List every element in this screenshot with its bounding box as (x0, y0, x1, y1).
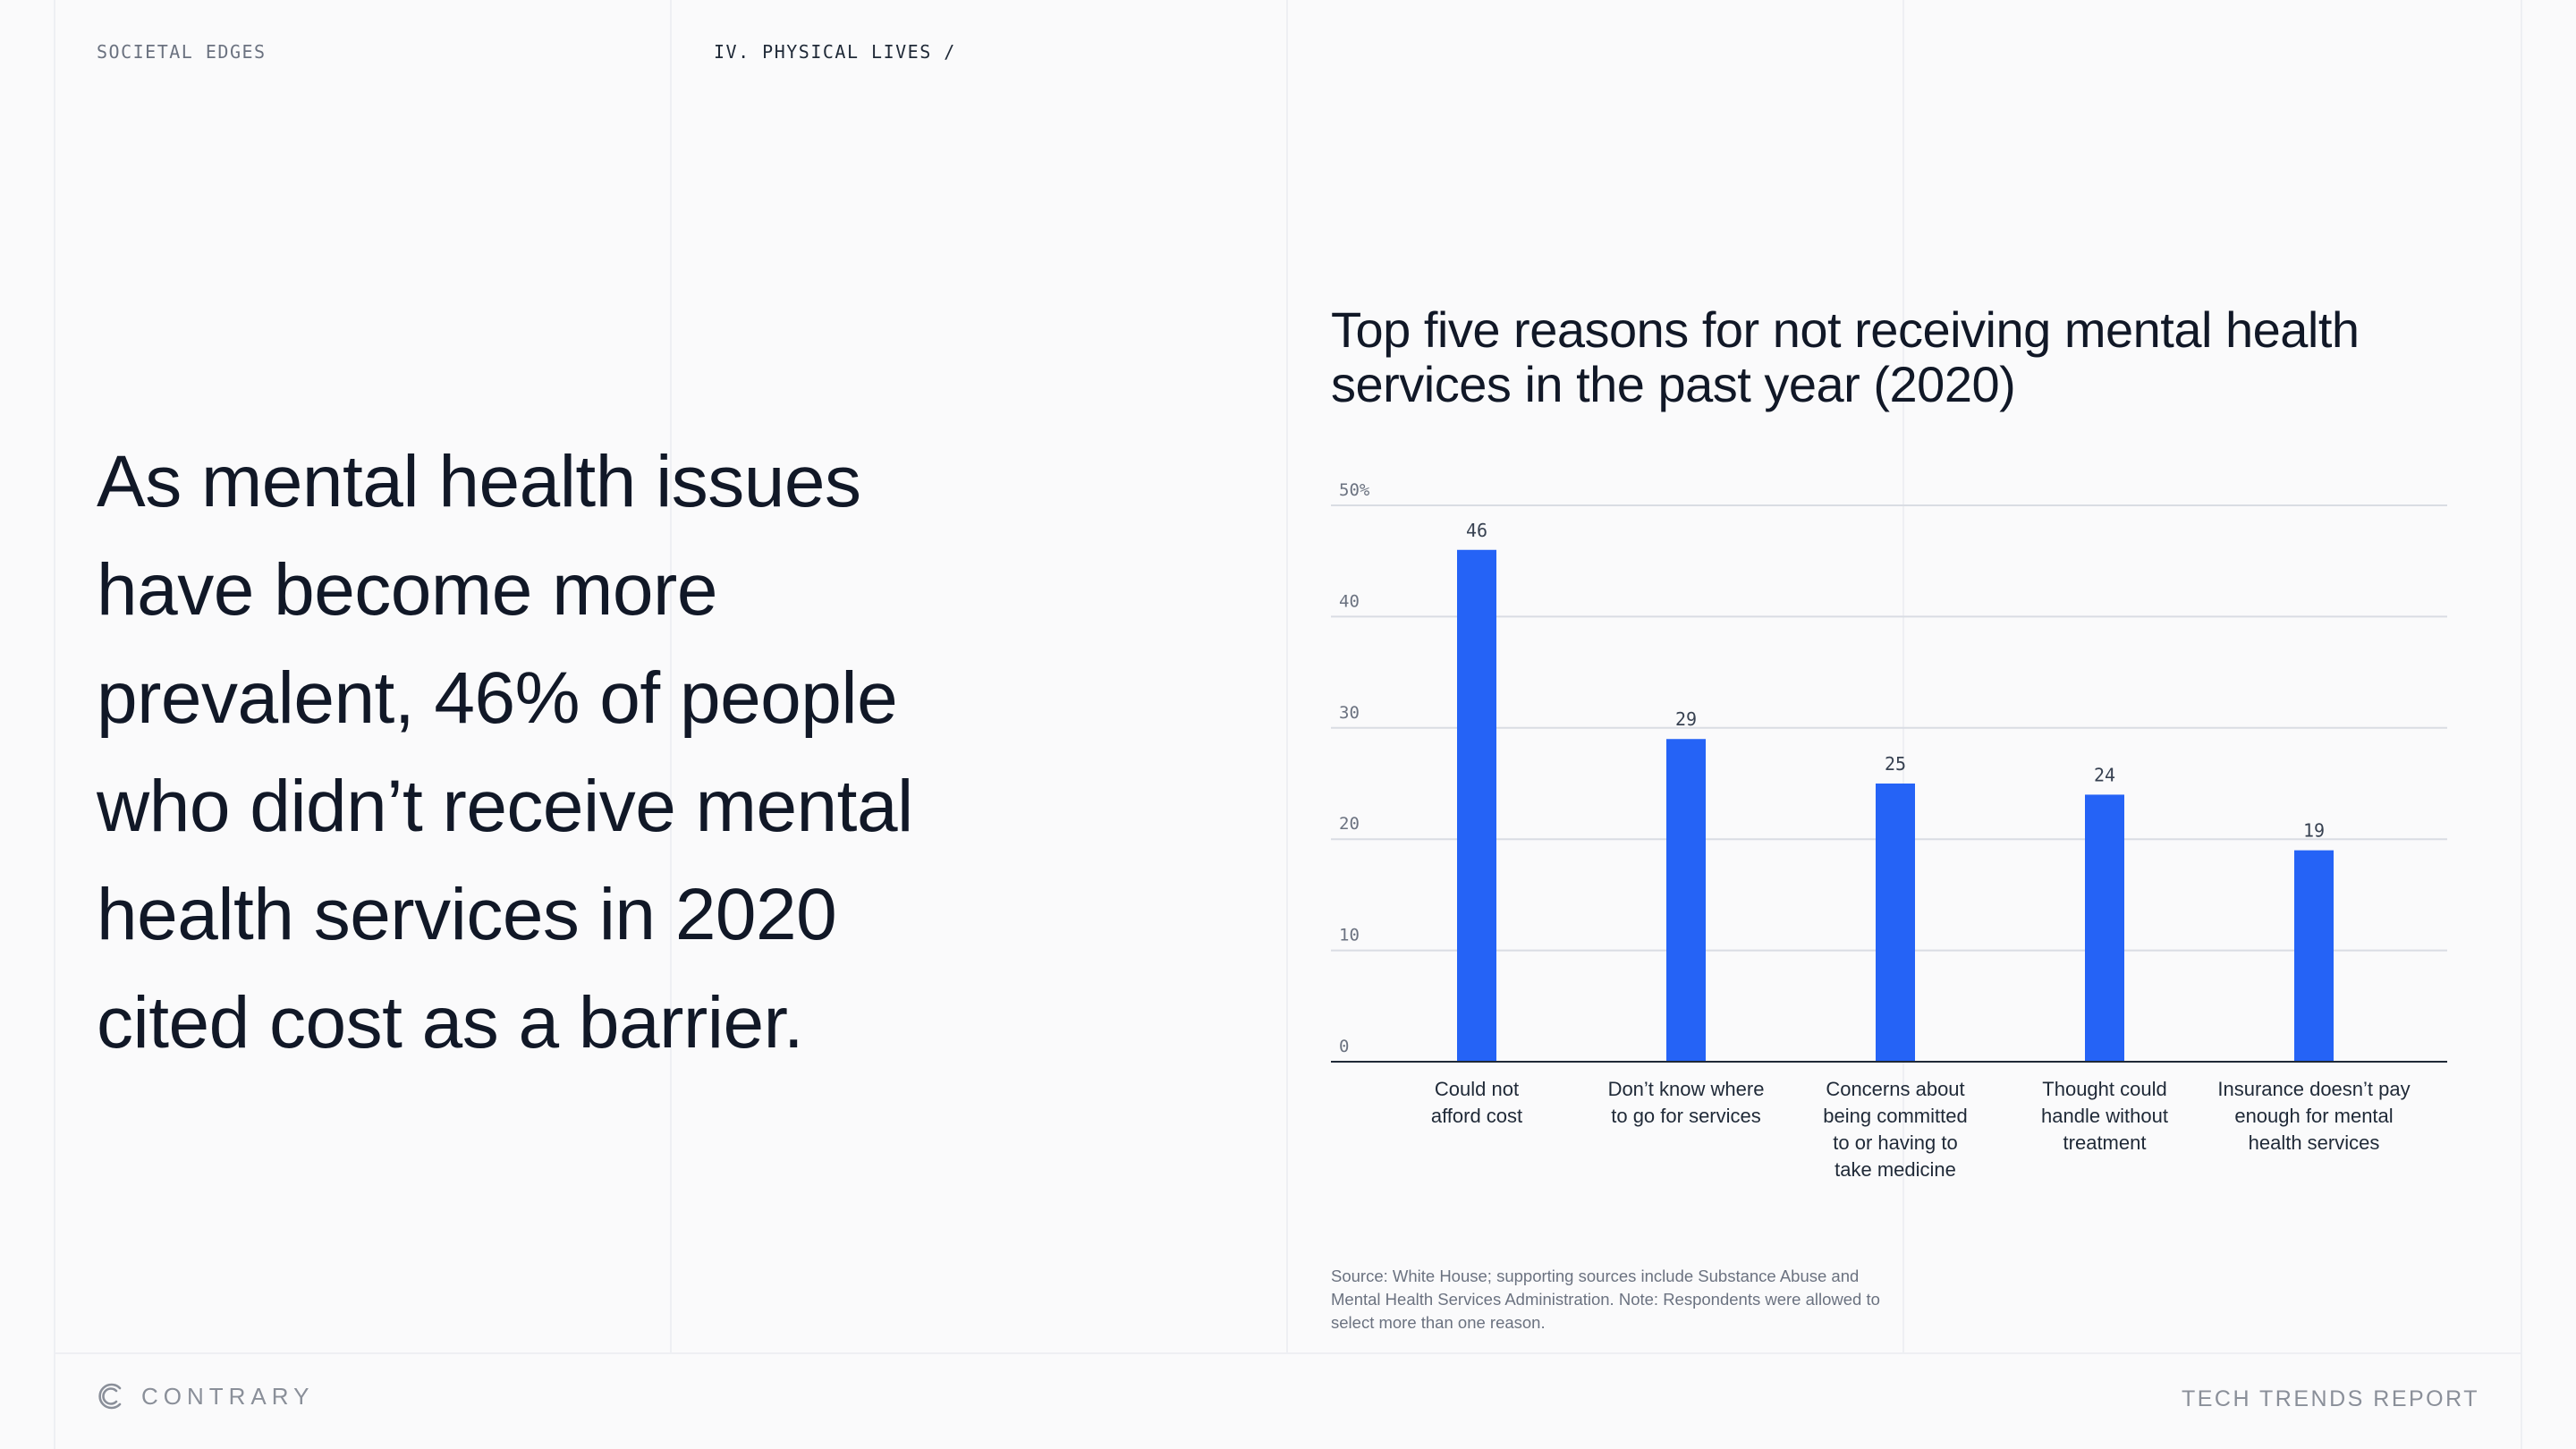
x-category-label-line: to or having to (1833, 1131, 1957, 1154)
x-category-label-line: to go for services (1611, 1105, 1761, 1127)
bar-value-label: 29 (1675, 708, 1697, 730)
x-category-label-line: Concerns about (1826, 1078, 1964, 1100)
chart-bars (1457, 549, 2334, 1062)
x-category-label-line: enough for mental (2234, 1105, 2393, 1127)
bar (2085, 794, 2124, 1062)
x-category-label-line: Insurance doesn’t pay (2217, 1078, 2410, 1100)
contrary-logo-icon (98, 1383, 122, 1410)
x-category-label-line: being committed (1823, 1105, 1967, 1127)
x-category-label-line: afford cost (1431, 1105, 1522, 1127)
bar (1876, 784, 1915, 1062)
y-tick-label: 50% (1339, 480, 1370, 500)
x-category-label: Insurance doesn’t pay enough for mental he… (2217, 1078, 2410, 1154)
x-category-label-line: Thought could (2042, 1078, 2166, 1100)
x-category-label-line: treatment (2063, 1131, 2147, 1154)
brand-name: CONTRARY (141, 1382, 315, 1410)
x-category-label-line: take medicine (1835, 1158, 1956, 1181)
x-category-label-line: health services (2249, 1131, 2380, 1154)
y-axis-ticks: 0 10 20 30 40 50% (1339, 480, 1370, 1056)
bar-value-label: 46 (1466, 520, 1487, 541)
brand-logo[interactable]: CONTRARY (95, 1381, 314, 1411)
x-category-label-line: Could not (1435, 1078, 1519, 1100)
report-label: TECH TRENDS REPORT (2181, 1386, 2479, 1411)
bar-chart: 0 10 20 30 40 50% 46 29 25 24 19 Could not afford … (1331, 480, 2447, 1181)
x-category-label: Don’t know where to go for services (1608, 1078, 1765, 1127)
bar (1457, 549, 1496, 1062)
x-category-label: Concerns about being committed to or havin… (1823, 1078, 1967, 1181)
y-tick-label: 0 (1339, 1037, 1349, 1056)
y-tick-label: 40 (1339, 591, 1360, 611)
x-category-label: Could not afford cost (1431, 1078, 1522, 1127)
source-note: Source: White House; supporting sources … (1331, 1267, 1880, 1332)
x-category-label: Thought could handle without treatment (2041, 1078, 2168, 1154)
x-category-label-line: Don’t know where (1608, 1078, 1765, 1100)
x-category-label-line: handle without (2041, 1105, 2168, 1127)
bar-value-label: 19 (2303, 820, 2325, 842)
x-axis-categories: Could not afford cost Don’t know where to g… (1431, 1078, 2411, 1181)
bar (1666, 739, 1706, 1062)
y-tick-label: 10 (1339, 926, 1360, 945)
bar (2294, 850, 2334, 1062)
bar-value-label: 25 (1885, 753, 1906, 775)
footer-divider (54, 1352, 2522, 1354)
y-tick-label: 20 (1339, 814, 1360, 834)
y-tick-label: 30 (1339, 703, 1360, 723)
bar-value-label: 24 (2094, 764, 2115, 785)
